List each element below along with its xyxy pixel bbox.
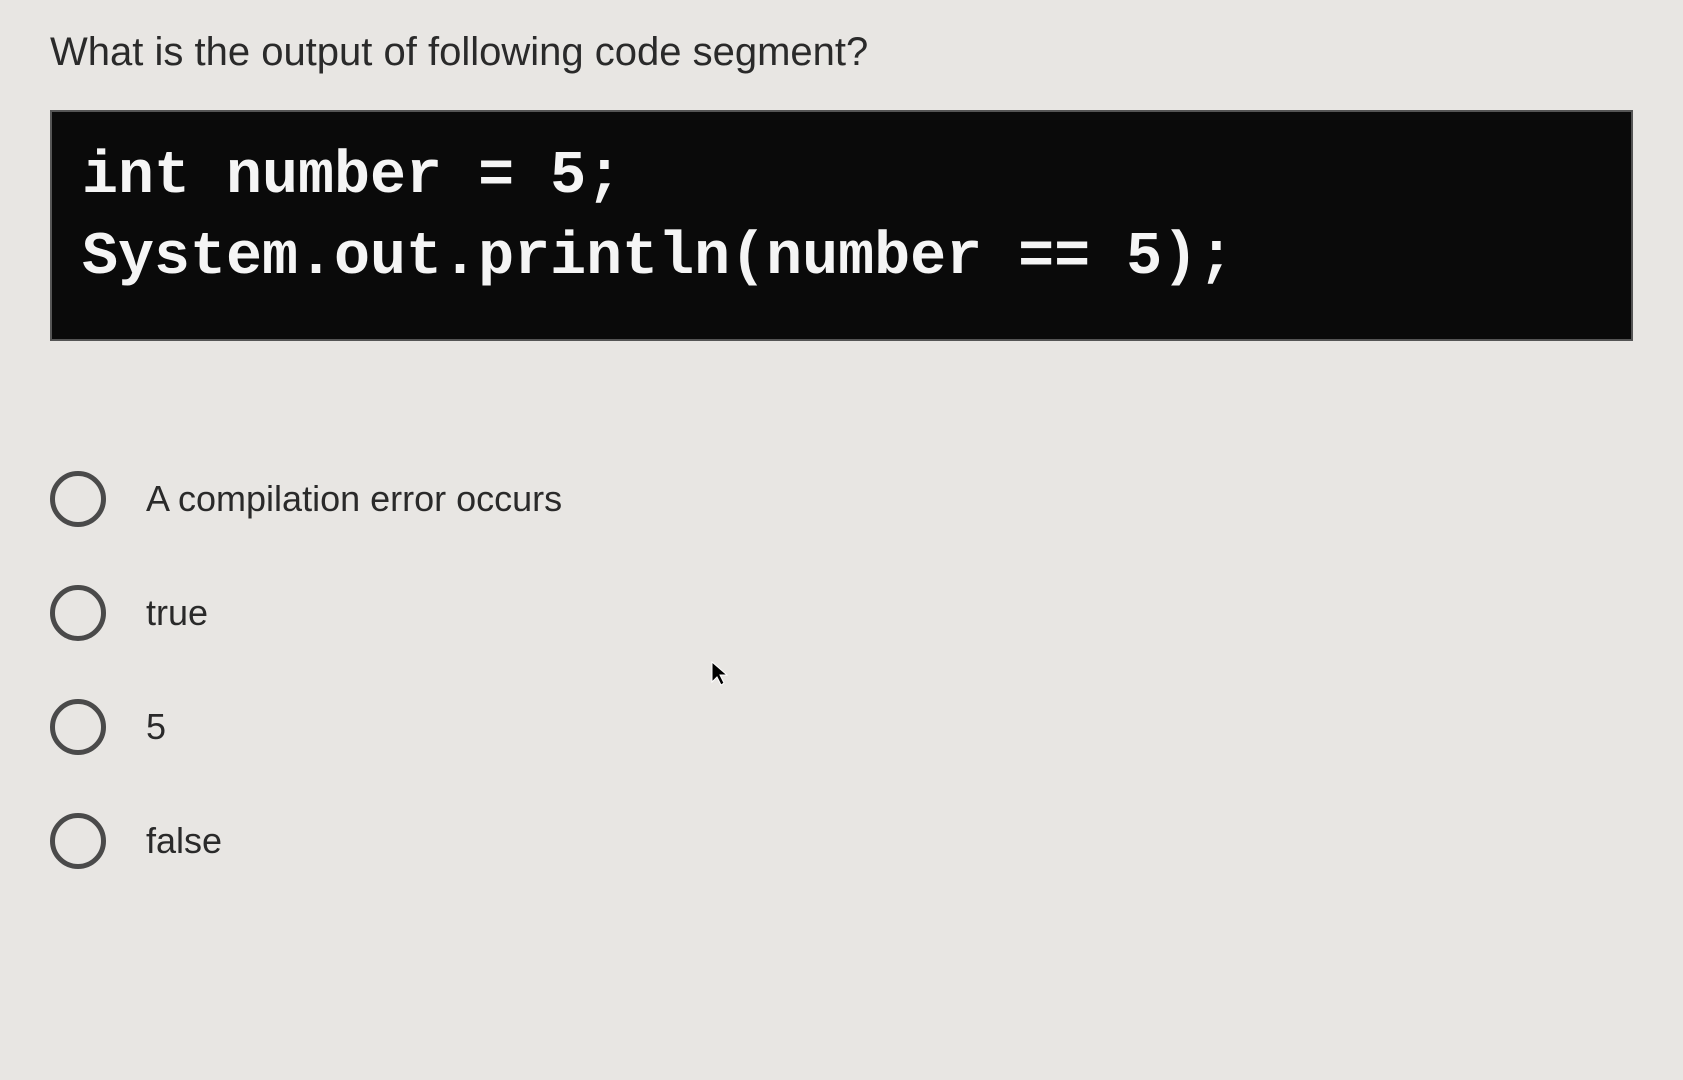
option-label: true	[146, 592, 208, 634]
code-block: int number = 5; System.out.println(numbe…	[50, 110, 1633, 341]
option-false[interactable]: false	[50, 813, 1633, 869]
radio-icon	[50, 699, 106, 755]
options-group: A compilation error occurs true 5 false	[50, 471, 1633, 869]
option-true[interactable]: true	[50, 585, 1633, 641]
option-compilation-error[interactable]: A compilation error occurs	[50, 471, 1633, 527]
option-label: false	[146, 820, 222, 862]
option-label: A compilation error occurs	[146, 478, 562, 520]
option-label: 5	[146, 706, 166, 748]
option-5[interactable]: 5	[50, 699, 1633, 755]
radio-icon	[50, 813, 106, 869]
question-prompt: What is the output of following code seg…	[50, 30, 1633, 75]
radio-icon	[50, 471, 106, 527]
radio-icon	[50, 585, 106, 641]
